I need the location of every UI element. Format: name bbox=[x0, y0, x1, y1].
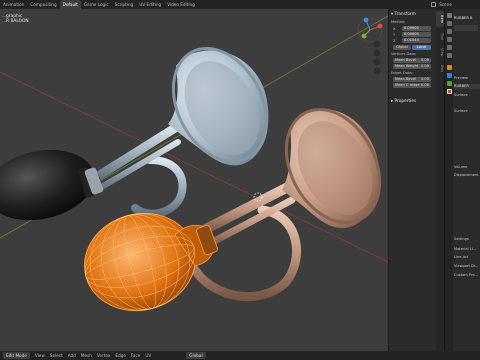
menu-select[interactable]: Select bbox=[50, 353, 63, 358]
sidebar-n-panel: ▾ Transform Median: X 0.00000 Y 0.00000 … bbox=[388, 9, 444, 351]
mean-weight-field[interactable]: Mean Weight 0.00 bbox=[393, 64, 431, 69]
tab-item[interactable]: Item bbox=[436, 11, 444, 27]
tab-scripting[interactable]: Scripting bbox=[112, 0, 137, 9]
data-props-icon[interactable] bbox=[446, 81, 452, 86]
median-y-row: Y 0.00000 bbox=[393, 32, 431, 37]
properties-editor: RUBBER B Preview RUBBER Surface Surface … bbox=[444, 9, 480, 351]
median-z-row: Z 0.01544 bbox=[393, 38, 431, 43]
line-art-section[interactable]: Line Art bbox=[454, 255, 468, 259]
z-label: Z bbox=[393, 38, 396, 43]
mean-weight-label: Mean Weight bbox=[395, 64, 419, 68]
menu-view[interactable]: View bbox=[35, 353, 45, 358]
properties-panel-header[interactable]: ▸ Properties bbox=[391, 99, 416, 104]
displacement-section[interactable]: Displacement bbox=[454, 173, 479, 177]
surface-section[interactable]: Surface bbox=[454, 109, 468, 113]
x-label: X bbox=[393, 26, 396, 31]
tab-uv-editing[interactable]: UV Editing bbox=[136, 0, 164, 9]
material-line-art-section[interactable]: Material Li... bbox=[454, 247, 476, 251]
zoom-icon[interactable] bbox=[373, 41, 380, 48]
silver-horn-loop bbox=[131, 156, 187, 218]
menu-face[interactable]: Face bbox=[131, 353, 140, 358]
output-icon[interactable] bbox=[446, 29, 452, 34]
edge-mean-bevel-value: 0.00 bbox=[420, 77, 429, 81]
view-layer-icon[interactable] bbox=[446, 37, 452, 42]
orange-selected-bulb bbox=[83, 212, 218, 312]
tab-animation[interactable]: Animation bbox=[0, 0, 27, 9]
surface-tab[interactable]: Surface bbox=[454, 93, 468, 97]
tool-settings-icon[interactable] bbox=[446, 13, 452, 18]
material-name-field[interactable]: RUBBER bbox=[454, 84, 480, 89]
mean-crease-field[interactable]: Mean C rease 0.00 bbox=[393, 83, 431, 88]
mean-bevel-value: 0.00 bbox=[420, 58, 429, 62]
tab-tool[interactable]: Tool bbox=[436, 29, 444, 43]
median-x-row: X 0.00000 bbox=[393, 26, 431, 31]
y-label: Y bbox=[393, 32, 396, 37]
3d-viewport[interactable]: ...graphic ...R BALOON bbox=[0, 9, 388, 351]
perspective-toggle-icon[interactable] bbox=[373, 68, 380, 75]
mean-weight-value: 0.00 bbox=[420, 64, 429, 68]
object-name: RUBBER B bbox=[454, 16, 473, 20]
material-props-icon[interactable] bbox=[446, 89, 452, 94]
tab-view[interactable]: View bbox=[436, 45, 444, 59]
edges-data-label: Edges Data: bbox=[391, 71, 413, 75]
vertices-data-label: Vertices Data: bbox=[391, 52, 417, 56]
menu-uv[interactable]: UV bbox=[145, 353, 151, 358]
volume-section[interactable]: Volume bbox=[454, 165, 467, 169]
viewport-display-section[interactable]: Viewport Di... bbox=[454, 264, 478, 268]
world-icon[interactable] bbox=[446, 53, 452, 58]
mean-bevel-label: Mean Bevel bbox=[395, 58, 416, 62]
global-button[interactable]: Global bbox=[393, 45, 411, 50]
transform-orientation-selector[interactable]: Global bbox=[186, 352, 206, 359]
median-y-field[interactable]: 0.00000 bbox=[402, 32, 431, 37]
tab-game-logic[interactable]: Game Logic bbox=[81, 0, 112, 9]
tab-video-editing[interactable]: Video Editing bbox=[164, 0, 198, 9]
local-button[interactable]: Local bbox=[412, 45, 431, 50]
mean-bevel-field[interactable]: Mean Bevel 0.00 bbox=[393, 58, 431, 63]
mean-crease-value: 0.00 bbox=[420, 83, 429, 87]
scene-selector[interactable]: Scene bbox=[439, 2, 452, 7]
tab-edit[interactable]: Edit bbox=[436, 61, 444, 75]
edge-mean-bevel-label: Mean Bevel bbox=[395, 77, 416, 81]
active-object-label: ...R BALOON bbox=[2, 19, 29, 24]
material-slot-list[interactable] bbox=[454, 25, 478, 31]
menu-add[interactable]: Add bbox=[68, 353, 76, 358]
mean-crease-label: Mean C rease bbox=[395, 83, 420, 87]
object-props-icon[interactable] bbox=[446, 65, 452, 70]
viewport-scene bbox=[0, 15, 388, 312]
preview-section[interactable]: Preview bbox=[454, 76, 468, 80]
median-label: Median: bbox=[391, 20, 406, 24]
custom-properties-section[interactable]: Custom Pro... bbox=[454, 273, 478, 277]
camera-view-icon[interactable] bbox=[373, 59, 380, 66]
pan-icon[interactable] bbox=[373, 50, 380, 57]
modifiers-icon[interactable] bbox=[446, 73, 452, 78]
settings-section[interactable]: Settings bbox=[454, 237, 469, 241]
menu-edge[interactable]: Edge bbox=[115, 353, 126, 358]
viewport-header-bar: Edit Mode View Select Add Mesh Vertex Ed… bbox=[0, 351, 480, 360]
tab-default[interactable]: Default bbox=[59, 0, 81, 9]
transform-panel-header[interactable]: ▾ Transform bbox=[391, 12, 416, 17]
median-x-field[interactable]: 0.00000 bbox=[402, 26, 431, 31]
scene-icon[interactable] bbox=[431, 2, 437, 7]
scene-props-icon[interactable] bbox=[446, 45, 452, 50]
n-panel-tabs: Item Tool View Edit bbox=[436, 9, 444, 351]
render-icon[interactable] bbox=[446, 21, 452, 26]
tab-compositing[interactable]: Compositing bbox=[27, 0, 59, 9]
median-z-field[interactable]: 0.01544 bbox=[402, 38, 431, 43]
workspace-tabs-bar: Animation Compositing Default Game Logic… bbox=[0, 0, 480, 9]
properties-tab-column bbox=[445, 9, 453, 351]
menu-mesh[interactable]: Mesh bbox=[81, 353, 92, 358]
edge-mean-bevel-field[interactable]: Mean Bevel 0.00 bbox=[393, 77, 431, 82]
menu-vertex[interactable]: Vertex bbox=[97, 353, 110, 358]
mode-selector[interactable]: Edit Mode bbox=[3, 352, 30, 359]
